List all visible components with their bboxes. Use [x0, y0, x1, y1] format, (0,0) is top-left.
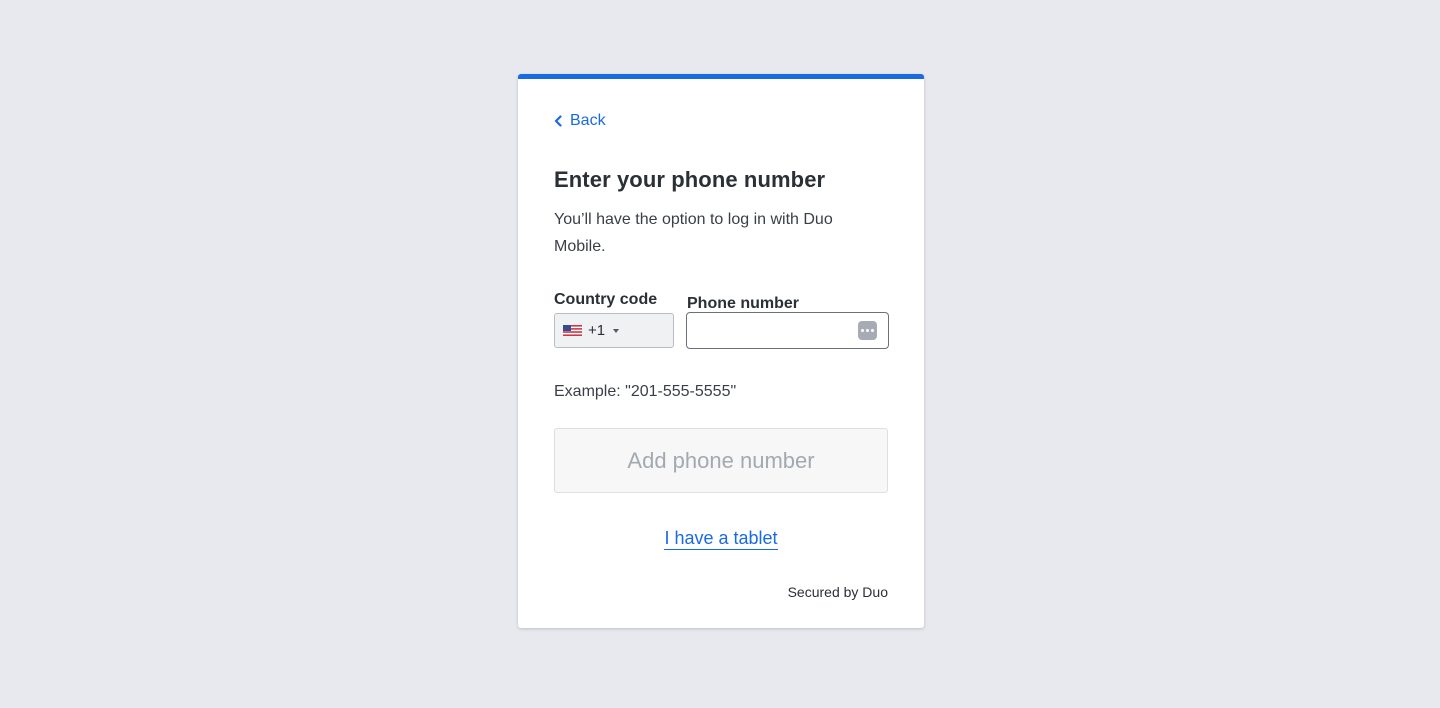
tablet-link-container: I have a tablet — [518, 528, 924, 550]
page-title: Enter your phone number — [554, 167, 826, 192]
back-label: Back — [570, 112, 606, 129]
phone-number-field[interactable] — [686, 312, 889, 349]
phone-example-text: Example: "201-555-5555" — [554, 383, 737, 400]
phone-number-label: Phone number — [687, 295, 800, 312]
phone-number-input[interactable] — [687, 313, 867, 346]
country-code-value: +1 — [588, 322, 606, 339]
caret-down-icon — [613, 328, 620, 333]
i-have-a-tablet-link[interactable]: I have a tablet — [664, 528, 778, 550]
login-card: Back Enter your phone number You’ll have… — [518, 74, 924, 628]
back-link[interactable]: Back — [554, 112, 606, 130]
country-code-select[interactable]: +1 — [554, 313, 674, 348]
country-code-label: Country code — [554, 291, 658, 308]
secured-by-duo-text: Secured by Duo — [787, 584, 888, 600]
us-flag-icon — [563, 325, 582, 336]
autofill-dots-icon[interactable] — [858, 321, 877, 340]
chevron-left-icon — [554, 115, 562, 127]
add-phone-number-button[interactable]: Add phone number — [554, 428, 888, 493]
page-description: You’ll have the option to log in with Du… — [554, 211, 833, 255]
